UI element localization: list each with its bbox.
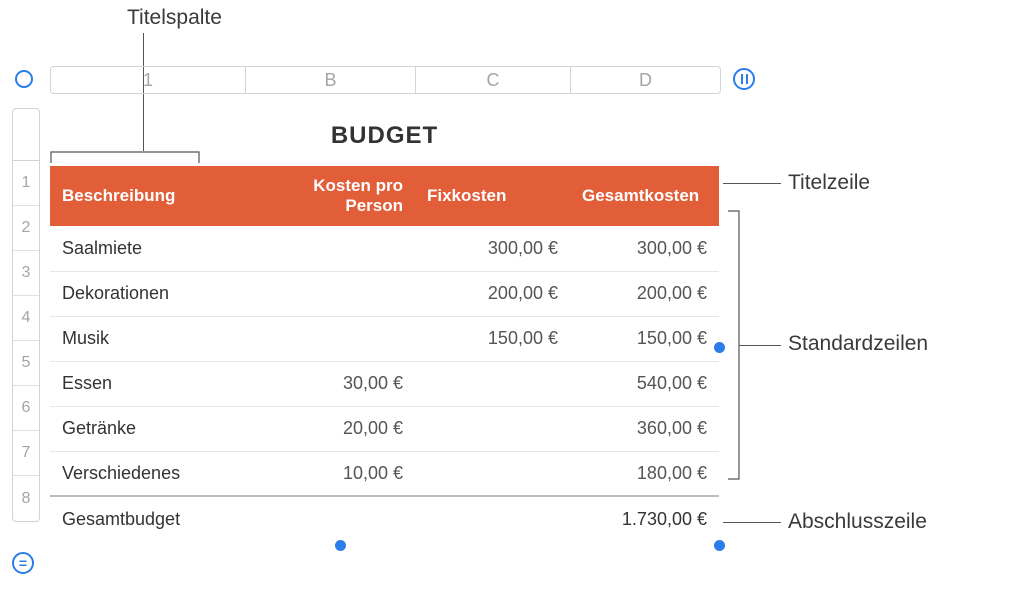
header-fixed[interactable]: Fixkosten — [415, 166, 570, 226]
table-row: Dekorationen 200,00 € 200,00 € — [50, 271, 719, 316]
footer-row: Gesamtbudget 1.730,00 € — [50, 496, 719, 541]
add-row-handle[interactable]: = — [12, 552, 34, 574]
add-column-handle[interactable] — [733, 68, 755, 90]
cell-per-person[interactable]: 30,00 € — [245, 361, 415, 406]
cell-per-person[interactable]: 10,00 € — [245, 451, 415, 496]
header-per-person[interactable]: Kosten pro Person — [245, 166, 415, 226]
budget-table-wrap: BUDGET Beschreibung Kosten pro Person Fi… — [50, 108, 719, 541]
table-row: Essen 30,00 € 540,00 € — [50, 361, 719, 406]
cell-fixed[interactable]: 150,00 € — [415, 316, 570, 361]
resize-handle-dot[interactable] — [335, 540, 346, 551]
cell-fixed[interactable] — [415, 451, 570, 496]
cell-desc[interactable]: Dekorationen — [50, 271, 245, 316]
row-header-1[interactable]: 1 — [13, 161, 39, 206]
cell-total[interactable]: 300,00 € — [570, 226, 719, 271]
cell-total[interactable]: 150,00 € — [570, 316, 719, 361]
column-header-a[interactable]: 1 — [51, 67, 246, 93]
row-header-3[interactable]: 3 — [13, 251, 39, 296]
cell-per-person[interactable] — [245, 271, 415, 316]
callout-title-column: Titelspalte — [127, 6, 222, 30]
cell-desc[interactable]: Saalmiete — [50, 226, 245, 271]
row-header-5[interactable]: 5 — [13, 341, 39, 386]
cell-fixed[interactable] — [415, 361, 570, 406]
cell-per-person[interactable] — [245, 316, 415, 361]
cell-per-person[interactable]: 20,00 € — [245, 406, 415, 451]
table-row: Getränke 20,00 € 360,00 € — [50, 406, 719, 451]
cell-desc[interactable]: Musik — [50, 316, 245, 361]
footer-desc[interactable]: Gesamtbudget — [50, 496, 245, 541]
table-row: Verschiedenes 10,00 € 180,00 € — [50, 451, 719, 496]
cell-total[interactable]: 540,00 € — [570, 361, 719, 406]
callout-line — [723, 522, 781, 523]
row-header-6[interactable]: 6 — [13, 386, 39, 431]
cell-desc[interactable]: Essen — [50, 361, 245, 406]
cell-total[interactable]: 360,00 € — [570, 406, 719, 451]
callout-title-row: Titelzeile — [788, 171, 870, 195]
row-header-7[interactable]: 7 — [13, 431, 39, 476]
row-header-2[interactable]: 2 — [13, 206, 39, 251]
column-header-c[interactable]: C — [416, 67, 571, 93]
row-header-4[interactable]: 4 — [13, 296, 39, 341]
row-header-bar: 1 2 3 4 5 6 7 8 — [12, 108, 40, 522]
cell-total[interactable]: 180,00 € — [570, 451, 719, 496]
column-header-bar: 1 B C D — [50, 66, 721, 94]
row-header-8[interactable]: 8 — [13, 476, 39, 521]
callout-line — [723, 183, 781, 184]
cell-desc[interactable]: Verschiedenes — [50, 451, 245, 496]
table-title[interactable]: BUDGET — [50, 108, 719, 166]
column-header-d[interactable]: D — [571, 67, 720, 93]
cell-total[interactable]: 200,00 € — [570, 271, 719, 316]
header-desc[interactable]: Beschreibung — [50, 166, 245, 226]
footer-total[interactable]: 1.730,00 € — [570, 496, 719, 541]
cell-fixed[interactable]: 200,00 € — [415, 271, 570, 316]
callout-line — [739, 345, 781, 346]
header-total[interactable]: Gesamtkosten — [570, 166, 719, 226]
resize-handle-dot[interactable] — [714, 540, 725, 551]
cell-fixed[interactable]: 300,00 € — [415, 226, 570, 271]
footer-fixed[interactable] — [415, 496, 570, 541]
table-select-handle[interactable] — [15, 70, 33, 88]
column-header-b[interactable]: B — [246, 67, 416, 93]
cell-fixed[interactable] — [415, 406, 570, 451]
budget-table: Beschreibung Kosten pro Person Fixkosten… — [50, 166, 719, 541]
footer-per-person[interactable] — [245, 496, 415, 541]
row-header-spacer — [13, 109, 39, 161]
callout-body-rows: Standardzeilen — [788, 332, 928, 356]
header-row: Beschreibung Kosten pro Person Fixkosten… — [50, 166, 719, 226]
resize-handle-dot[interactable] — [714, 342, 725, 353]
table-row: Musik 150,00 € 150,00 € — [50, 316, 719, 361]
table-row: Saalmiete 300,00 € 300,00 € — [50, 226, 719, 271]
callout-footer-row: Abschlusszeile — [788, 510, 927, 534]
cell-per-person[interactable] — [245, 226, 415, 271]
cell-desc[interactable]: Getränke — [50, 406, 245, 451]
